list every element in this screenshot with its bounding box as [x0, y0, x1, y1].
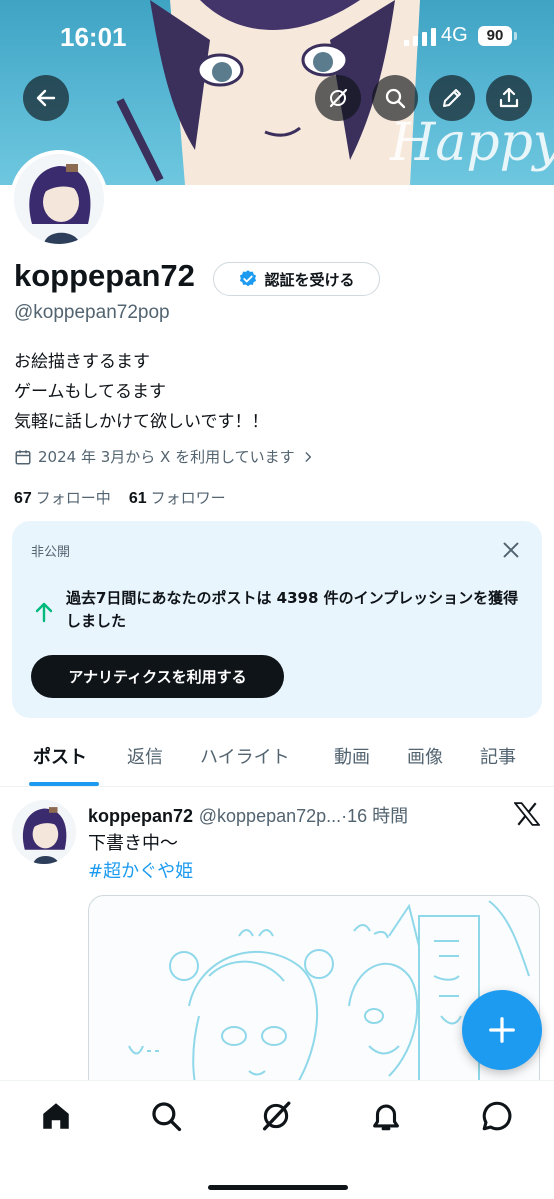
clock: 16:01 — [60, 22, 127, 52]
post-text: 下書き中〜 — [88, 833, 178, 854]
grok-icon[interactable] — [259, 1099, 293, 1133]
post-hashtag[interactable]: #超かぐや姫 — [88, 857, 193, 883]
arrow-left-icon — [36, 89, 56, 107]
network-type: 4G — [441, 24, 468, 46]
post-avatar[interactable] — [12, 800, 76, 864]
post-header: koppepan72 @koppepan72p...·16 時間 — [88, 802, 408, 828]
home-icon[interactable] — [39, 1099, 73, 1133]
profile-tabs: ポスト 返信 ハイライト 動画 画像 記事 — [0, 733, 554, 787]
search-icon — [385, 88, 406, 109]
profile-avatar[interactable] — [10, 150, 108, 248]
bio-line: 気軽に話しかけて欲しいです！！ — [14, 412, 269, 432]
compose-button[interactable] — [462, 990, 542, 1070]
active-tab-indicator — [29, 782, 99, 786]
tab-articles[interactable]: 記事 — [480, 743, 516, 769]
bio-line: ゲームもしてるます — [14, 382, 166, 402]
bell-icon[interactable] — [369, 1099, 403, 1133]
calendar-icon — [15, 449, 31, 464]
private-label: 非公開 — [31, 545, 71, 560]
tab-posts[interactable]: ポスト — [33, 743, 87, 769]
follow-stats: 67 フォロー中 61 フォロワー — [14, 487, 226, 508]
tab-media[interactable]: 画像 — [407, 743, 443, 769]
avatar-illustration — [14, 154, 104, 244]
impressions-message: 過去7日間にあなたのポストは 4398 件のインプレッションを獲得しました — [66, 589, 519, 630]
display-name: koppepan72 — [14, 258, 195, 293]
bottom-navigation — [0, 1080, 554, 1199]
user-handle: @koppepan72pop — [14, 302, 170, 323]
post-image[interactable] — [88, 895, 540, 1095]
following-link[interactable]: 67 フォロー中 — [14, 487, 111, 508]
get-verified-label: 認証を受ける — [264, 270, 355, 289]
status-bar: 16:01 4G 90 — [0, 0, 554, 74]
tab-videos[interactable]: 動画 — [334, 743, 370, 769]
post-author-name[interactable]: koppepan72 — [88, 806, 193, 826]
joined-date[interactable]: 2024 年 3月から X を利用しています — [14, 446, 315, 467]
verified-badge-icon — [240, 270, 257, 287]
x-logo-icon — [514, 802, 540, 826]
edit-button[interactable] — [429, 75, 475, 121]
share-button[interactable] — [486, 75, 532, 121]
post-time[interactable]: 16 時間 — [347, 806, 408, 826]
analytics-card: 非公開 過去7日間にあなたのポストは 4398 件のインプレッションを獲得しまし… — [12, 521, 542, 718]
search-icon[interactable] — [149, 1099, 183, 1133]
pencil-icon — [443, 89, 461, 107]
followers-label: フォロワー — [150, 489, 226, 507]
share-icon — [499, 87, 519, 108]
joined-label: 2024 年 3月から X を利用しています — [38, 448, 295, 466]
bio-line: お絵描きするます — [14, 352, 150, 372]
svg-text:Happy: Happy — [389, 113, 554, 173]
avatar-illustration — [12, 800, 76, 864]
tab-highlights[interactable]: ハイライト — [200, 743, 290, 769]
chevron-right-icon — [305, 451, 311, 462]
close-icon[interactable] — [500, 539, 522, 561]
home-indicator — [208, 1185, 348, 1190]
battery-icon: 90 — [478, 26, 512, 46]
tab-replies[interactable]: 返信 — [127, 743, 163, 769]
bio: お絵描きするます ゲームもしてるます 気軽に話しかけて欲しいです！！ — [14, 347, 269, 437]
search-button[interactable] — [372, 75, 418, 121]
followers-count: 61 — [128, 490, 147, 507]
grok-icon — [329, 88, 348, 108]
plus-icon — [489, 1017, 515, 1043]
followers-link[interactable]: 61 フォロワー — [129, 487, 226, 508]
battery-tip — [514, 32, 517, 40]
analytics-button[interactable]: アナリティクスを利用する — [31, 655, 284, 698]
signal-icon — [404, 28, 436, 46]
grok-button[interactable] — [315, 75, 361, 121]
following-label: フォロー中 — [35, 489, 111, 507]
sketch-illustration — [128, 900, 530, 1094]
post-author-handle[interactable]: @koppepan72p... — [199, 806, 341, 826]
arrow-up-icon — [35, 602, 53, 623]
following-count: 67 — [14, 490, 32, 507]
messages-icon[interactable] — [480, 1099, 514, 1133]
get-verified-button[interactable]: 認証を受ける — [213, 262, 380, 296]
back-button[interactable] — [23, 75, 69, 121]
